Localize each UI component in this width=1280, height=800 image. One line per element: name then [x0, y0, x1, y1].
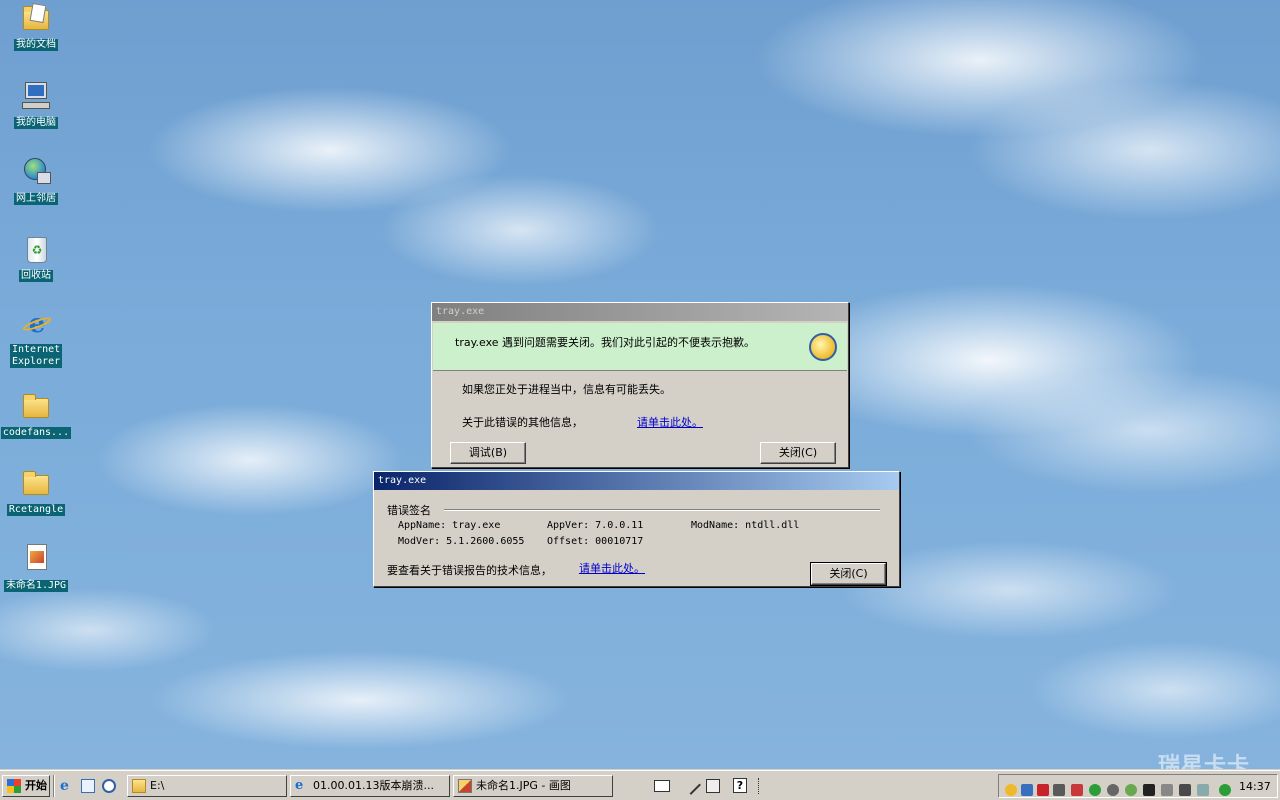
pen-icon[interactable]: [681, 775, 701, 795]
tray-misc-icon[interactable]: [1197, 784, 1209, 796]
outlook-quicklaunch-icon[interactable]: [81, 779, 95, 793]
taskbar-item-label: 未命名1.JPG - 画图: [476, 779, 571, 792]
field-modver: ModVer: 5.1.2600.6055: [398, 536, 525, 547]
desktop-icon-label: 回收站: [19, 270, 53, 282]
error-dialog: tray.exe tray.exe 遇到问题需要关闭。我们对此引起的不便表示抱歉…: [431, 302, 849, 468]
taskbar-item-explorer[interactable]: E:\: [127, 775, 287, 797]
error-dialog-header: tray.exe 遇到问题需要关闭。我们对此引起的不便表示抱歉。: [433, 323, 847, 371]
desktop-icon-label: 我的文档: [14, 39, 58, 51]
desktop-icon-my-documents[interactable]: 我的文档: [0, 2, 74, 51]
my-computer-icon: [19, 80, 53, 112]
tray-update-icon[interactable]: [1107, 784, 1119, 796]
desktop-icon-label: codefans...: [0, 427, 72, 439]
taskbar-item-browser[interactable]: e 01.00.01.13版本崩溃...: [290, 775, 450, 797]
tray-app-icon[interactable]: [1005, 784, 1017, 796]
section-divider: [444, 509, 880, 511]
tray-antivirus-icon[interactable]: [1037, 784, 1049, 796]
tech-info-link[interactable]: 请单击此处。: [579, 560, 645, 576]
desktop-icon-label: Internet Explorer: [10, 344, 62, 368]
signature-dialog-titlebar[interactable]: tray.exe: [374, 472, 899, 490]
tray-terminal-icon[interactable]: [1143, 784, 1155, 796]
language-bar-icon[interactable]: [758, 778, 766, 794]
error-details-link[interactable]: 请单击此处。: [637, 414, 703, 430]
ie-icon: e: [295, 778, 304, 793]
field-offset: Offset: 00010717: [547, 536, 644, 547]
signature-dialog: tray.exe 错误签名 AppName: tray.exe AppVer: …: [373, 471, 900, 587]
tray-network-icon[interactable]: [1021, 784, 1033, 796]
desktop-icon-recycle-bin[interactable]: ♻ 回收站: [0, 233, 74, 282]
field-appname: AppName: tray.exe: [398, 520, 501, 531]
error-header-message: tray.exe 遇到问题需要关闭。我们对此引起的不便表示抱歉。: [455, 336, 756, 349]
desktop-icon-rcetangle[interactable]: Rcetangle: [0, 467, 74, 516]
desktop-icon-label: 网上邻居: [14, 193, 58, 205]
error-line-1: 如果您正处于进程当中，信息有可能丢失。: [462, 383, 671, 396]
keyboard-icon[interactable]: [654, 780, 670, 792]
error-emblem-icon: [809, 333, 837, 361]
tech-info-text: 要查看关于错误报告的技术信息，: [387, 564, 552, 577]
start-label: 开始: [25, 779, 47, 792]
tray-usb-icon[interactable]: [1161, 784, 1173, 796]
desktop-icon-internet-explorer[interactable]: e Internet Explorer: [0, 310, 74, 368]
my-documents-icon: [19, 2, 53, 34]
media-player-quicklaunch-icon[interactable]: [102, 779, 116, 793]
system-tray: 14:37: [998, 774, 1278, 798]
windows-logo-icon: [7, 779, 21, 793]
desktop-icon-label: 未命名1.JPG: [3, 580, 69, 592]
desktop-icon-label: Rcetangle: [6, 504, 66, 516]
desktop-icon-my-computer[interactable]: 我的电脑: [0, 80, 74, 129]
network-icon: [19, 156, 53, 188]
tray-volume-icon[interactable]: [1053, 784, 1065, 796]
error-close-button[interactable]: 关闭(C): [760, 442, 836, 464]
desktop-icon-network[interactable]: 网上邻居: [0, 156, 74, 205]
desktop-icon-unnamed-jpg[interactable]: 未命名1.JPG: [0, 543, 74, 592]
field-appver: AppVer: 7.0.0.11: [547, 520, 644, 531]
signature-dialog-title: tray.exe: [378, 475, 427, 486]
error-dialog-titlebar[interactable]: tray.exe: [432, 303, 848, 321]
taskbar-item-label: E:\: [150, 779, 165, 792]
desktop-icon-codefans[interactable]: codefans...: [0, 390, 74, 439]
start-button[interactable]: 开始: [2, 775, 50, 797]
tray-green-icon[interactable]: [1219, 784, 1231, 796]
taskbar-item-label: 01.00.01.13版本崩溃...: [313, 779, 434, 792]
taskbar: 开始 e E:\ e 01.00.01.13版本崩溃... 未命名1.JPG -…: [0, 770, 1280, 800]
error-dialog-title: tray.exe: [436, 306, 485, 317]
ie-quicklaunch-icon[interactable]: e: [60, 779, 74, 793]
clock[interactable]: 14:37: [1239, 780, 1271, 793]
signature-close-button[interactable]: 关闭(C): [810, 562, 887, 586]
paint-icon: [458, 779, 472, 793]
tray-monitor-icon[interactable]: [1179, 784, 1191, 796]
tray-disconnect-icon[interactable]: [1071, 784, 1083, 796]
taskbar-item-paint[interactable]: 未命名1.JPG - 画图: [453, 775, 613, 797]
folder-icon: [19, 390, 53, 422]
tray-security-icon[interactable]: [1089, 784, 1101, 796]
help-icon[interactable]: ?: [733, 778, 747, 793]
recycle-bin-icon: ♻: [19, 233, 53, 265]
ie-icon: e: [19, 310, 53, 342]
tray-status-icon[interactable]: [1125, 784, 1137, 796]
image-file-icon: [19, 543, 53, 575]
folder-icon: [19, 467, 53, 499]
quicklaunch-divider: [53, 775, 55, 797]
display-icon[interactable]: [706, 779, 720, 793]
field-modname: ModName: ntdll.dll: [691, 520, 800, 531]
debug-button[interactable]: 调试(B): [450, 442, 526, 464]
error-line-2: 关于此错误的其他信息，: [462, 416, 583, 429]
desktop-icon-label: 我的电脑: [14, 117, 58, 129]
folder-icon: [132, 779, 146, 793]
signature-section-label: 错误签名: [387, 504, 431, 517]
